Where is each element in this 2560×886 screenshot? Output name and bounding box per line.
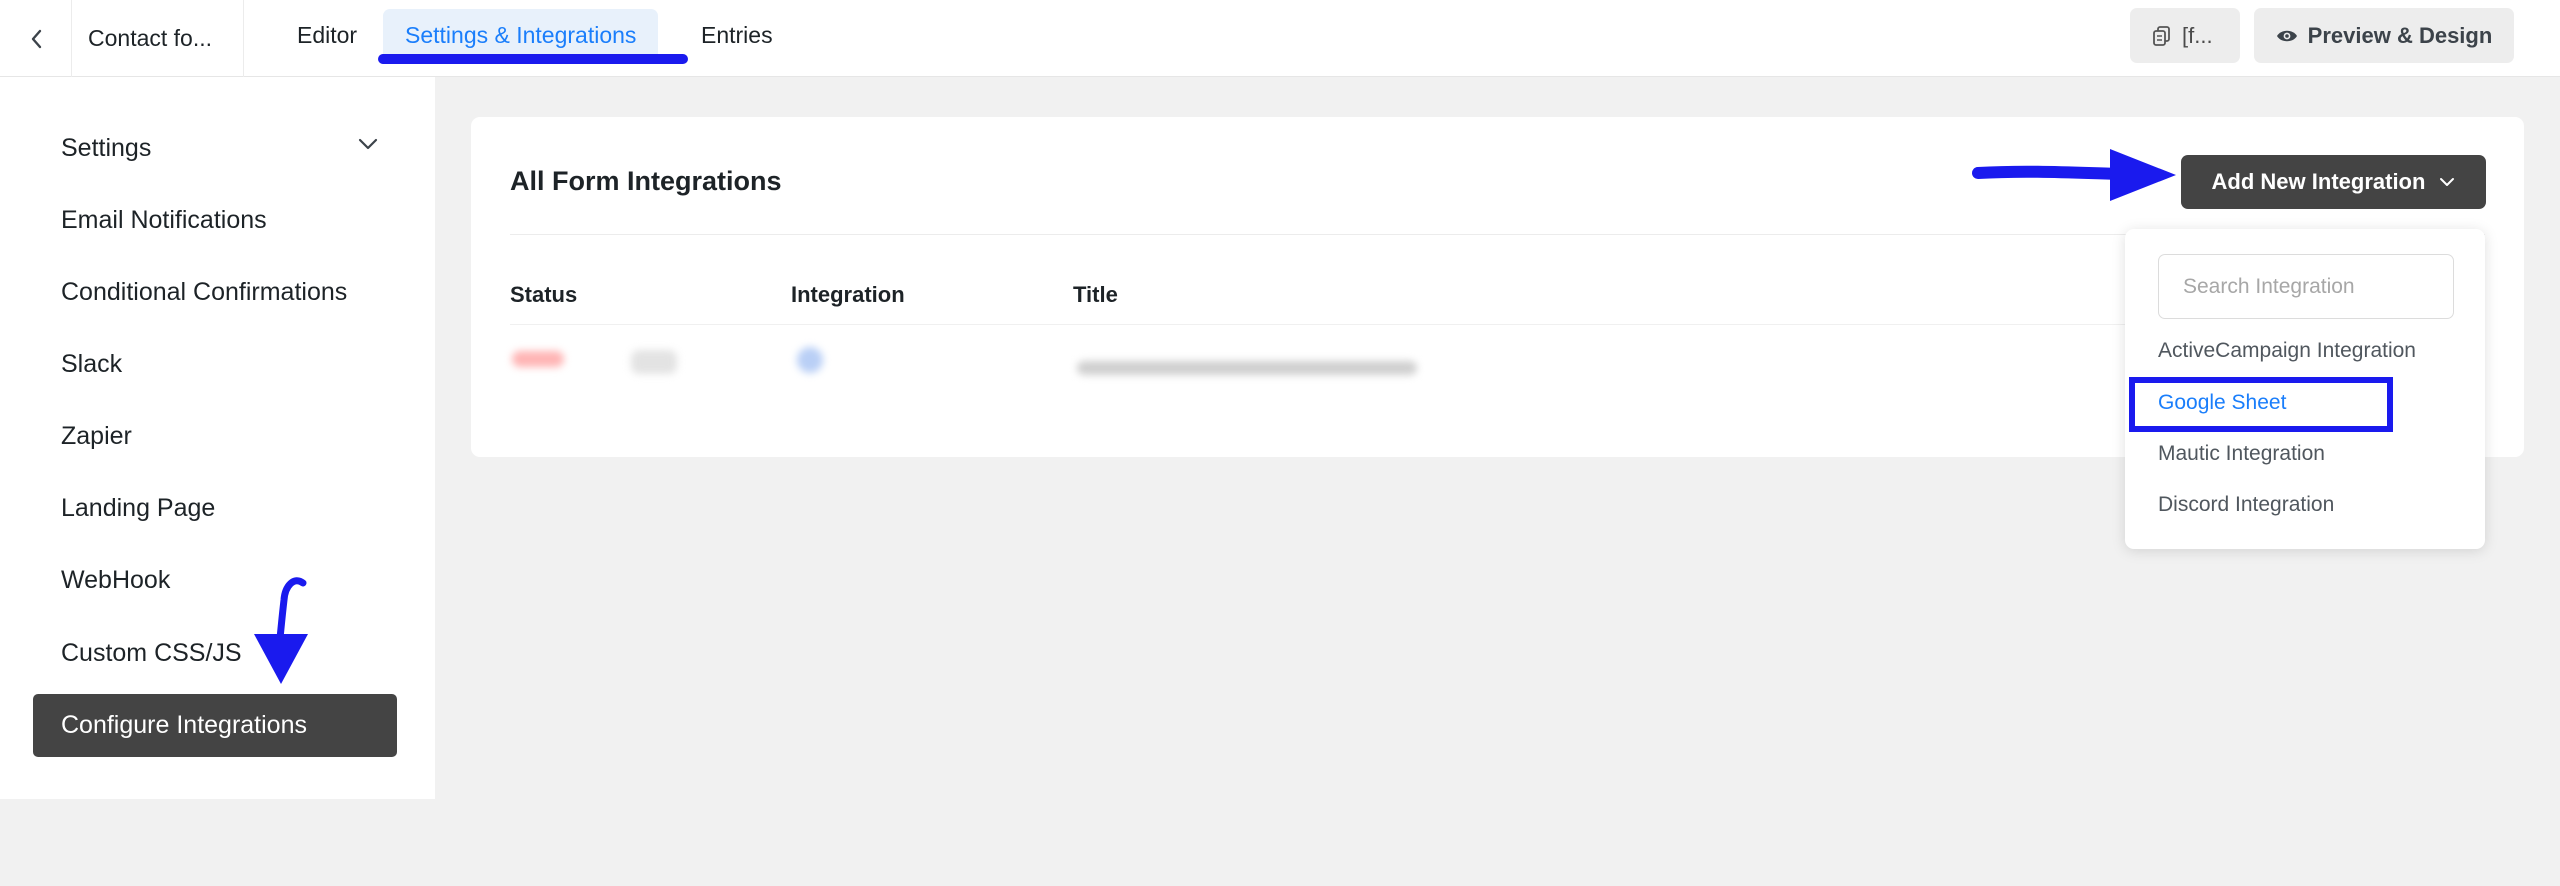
annotation-arrow-down-icon: [254, 577, 308, 684]
dropdown-item-activecampaign[interactable]: ActiveCampaign Integration: [2158, 339, 2416, 363]
chevron-down-icon: [358, 138, 378, 150]
sidebar-item-label: Settings: [61, 134, 152, 162]
column-header-integration: Integration: [791, 282, 905, 307]
page-title: All Form Integrations: [510, 166, 782, 196]
integration-logo-icon: [797, 347, 823, 373]
top-bar: Contact fo... Editor Settings & Integrat…: [0, 0, 2560, 77]
preview-label: Preview & Design: [2307, 22, 2493, 48]
sidebar-item-landing-page[interactable]: Landing Page: [33, 477, 397, 540]
shortcode-label: [f...: [2182, 22, 2213, 48]
preview-design-button[interactable]: Preview & Design: [2254, 8, 2514, 63]
copy-icon: [2153, 25, 2170, 46]
dropdown-item-discord[interactable]: Discord Integration: [2158, 493, 2334, 517]
search-integration-input[interactable]: [2158, 254, 2454, 319]
column-header-title: Title: [1073, 282, 1118, 307]
sidebar-item-configure-integrations[interactable]: Configure Integrations: [33, 694, 397, 757]
annotation-underline: [378, 54, 688, 64]
sidebar-item-conditional-confirmations[interactable]: Conditional Confirmations: [33, 261, 397, 324]
shortcode-button[interactable]: [f...: [2130, 8, 2240, 63]
chevron-down-icon: [2440, 178, 2455, 186]
status-toggle[interactable]: [631, 350, 677, 374]
integration-title: [1077, 361, 1417, 375]
dropdown-item-mautic[interactable]: Mautic Integration: [2158, 442, 2325, 466]
status-badge: [512, 351, 564, 367]
annotation-highlight-box: [2129, 377, 2393, 432]
sidebar-item-settings[interactable]: Settings: [33, 117, 397, 180]
back-button[interactable]: [0, 0, 72, 77]
tab-editor[interactable]: Editor: [275, 9, 379, 62]
sidebar-item-custom-css-js[interactable]: Custom CSS/JS: [33, 622, 397, 685]
sidebar-item-zapier[interactable]: Zapier: [33, 405, 397, 468]
sidebar-item-email-notifications[interactable]: Email Notifications: [33, 189, 397, 252]
annotation-arrow-right-icon: [1972, 149, 2176, 201]
sidebar-item-webhook[interactable]: WebHook: [33, 549, 397, 612]
add-new-integration-label: Add New Integration: [2211, 169, 2426, 194]
eye-icon: [2276, 30, 2297, 41]
form-name[interactable]: Contact fo...: [72, 0, 244, 77]
sidebar-item-slack[interactable]: Slack: [33, 333, 397, 396]
chevron-left-icon: [31, 29, 41, 48]
column-header-status: Status: [510, 282, 578, 307]
add-new-integration-button[interactable]: Add New Integration: [2181, 155, 2486, 209]
settings-sidebar: Settings Email Notifications Conditional…: [0, 77, 435, 799]
tab-entries[interactable]: Entries: [679, 9, 795, 62]
